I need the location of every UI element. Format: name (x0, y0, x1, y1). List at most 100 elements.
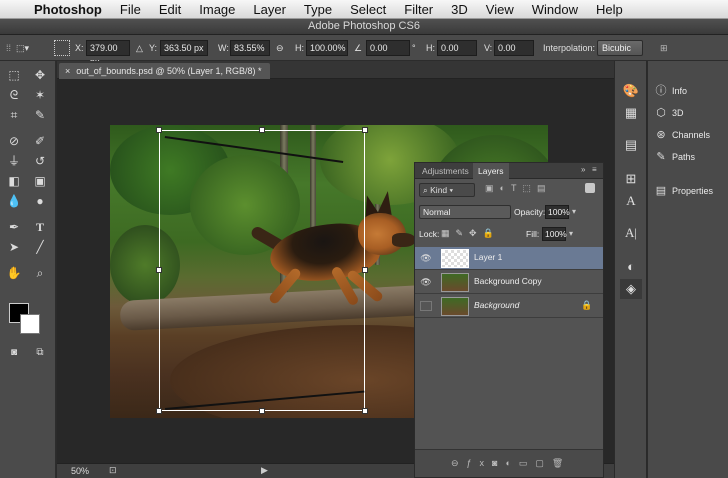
filter-kind-dropdown[interactable]: ⌕ Kind ▾ (419, 183, 475, 197)
panel-properties[interactable]: ▤ Properties (654, 181, 713, 201)
eye-icon[interactable]: 👁 (420, 277, 432, 287)
y-field[interactable]: 363.50 px (160, 40, 208, 56)
zoom-level[interactable]: 50% (71, 466, 89, 476)
pen-tool-icon[interactable]: ✒ (3, 217, 25, 237)
free-transform-box[interactable] (156, 127, 368, 414)
background-color-swatch[interactable] (20, 314, 40, 334)
move-tool-icon[interactable]: ✥ (29, 65, 51, 85)
filter-toggle[interactable] (585, 183, 595, 193)
menu-filter[interactable]: Filter (395, 2, 442, 17)
dodge-tool-icon[interactable]: ● (29, 191, 51, 211)
tool-preset-icon[interactable]: ⬚▾ (16, 40, 29, 56)
warp-icon[interactable]: ⊞ (660, 40, 668, 56)
path-selection-tool-icon[interactable]: ➤ (3, 237, 25, 257)
status-menu-arrow-icon[interactable]: ▶ (261, 465, 268, 476)
filter-type-icons[interactable]: ▣◐T⬚▤ (485, 183, 551, 194)
screen-mode-icon[interactable]: ⧉ (29, 343, 51, 363)
layer-row[interactable]: 👁 Background Copy (415, 271, 603, 294)
visibility-toggle[interactable] (420, 301, 432, 311)
clone-stamp-tool-icon[interactable]: ⏚ (3, 151, 25, 171)
panel-menu-icon[interactable]: ≡ (592, 165, 597, 174)
line-tool-icon[interactable]: ╱ (29, 237, 51, 257)
collapse-panel-icon[interactable]: » (581, 165, 585, 174)
menu-3d[interactable]: 3D (442, 2, 477, 17)
reference-point-icon[interactable] (54, 40, 70, 56)
interpolation-dropdown[interactable]: Bicubic (597, 40, 643, 56)
eye-icon[interactable]: 👁 (420, 253, 432, 263)
tab-layers[interactable]: Layers (473, 163, 509, 179)
grip-icon: ⁞⁞ (6, 43, 12, 53)
layer-name[interactable]: Background (474, 300, 519, 310)
transform-handle-top-right[interactable] (362, 127, 368, 133)
transform-handle-bottom-left[interactable] (156, 408, 162, 414)
menu-type[interactable]: Type (295, 2, 341, 17)
magic-wand-tool-icon[interactable]: ✶ (29, 85, 51, 105)
healing-brush-tool-icon[interactable]: ⊘ (3, 131, 25, 151)
quick-mask-icon[interactable]: ◙ (3, 343, 25, 363)
type-tool-icon[interactable]: T (29, 217, 51, 237)
menu-app-name[interactable]: Photoshop (28, 2, 111, 17)
color-panel-icon[interactable]: 🎨 (620, 81, 642, 101)
menu-window[interactable]: Window (523, 2, 587, 17)
opacity-field[interactable]: 100% (545, 205, 570, 219)
height-field[interactable]: 100.00% (306, 40, 348, 56)
transform-handle-bottom[interactable] (259, 408, 265, 414)
hand-tool-icon[interactable]: ✋ (3, 263, 25, 283)
hskew-field[interactable]: 0.00 (437, 40, 477, 56)
menu-edit[interactable]: Edit (150, 2, 190, 17)
character-panel-icon[interactable]: A (620, 191, 642, 211)
brush-panel-icon[interactable]: ⊞ (620, 169, 642, 189)
menu-layer[interactable]: Layer (244, 2, 295, 17)
link-icon[interactable]: ⊖ (276, 40, 284, 56)
menu-image[interactable]: Image (190, 2, 244, 17)
document-info-icon[interactable]: ⊡ (109, 465, 117, 476)
tab-adjustments[interactable]: Adjustments (417, 163, 474, 179)
eyedropper-tool-icon[interactable]: ✎ (29, 105, 51, 125)
panel-channels[interactable]: ⊛ Channels (654, 125, 710, 145)
layer-name[interactable]: Layer 1 (474, 252, 502, 262)
transform-handle-left[interactable] (156, 267, 162, 273)
opacity-slider-icon[interactable]: ▾ (572, 207, 576, 216)
fill-field[interactable]: 100% (542, 227, 567, 241)
adjustments-panel-icon[interactable]: ◐ (620, 257, 642, 277)
menu-view[interactable]: View (477, 2, 523, 17)
history-panel-icon[interactable]: ▤ (620, 135, 642, 155)
menu-select[interactable]: Select (341, 2, 395, 17)
lasso-tool-icon[interactable]: ᘓ (3, 85, 25, 105)
layer-name[interactable]: Background Copy (474, 276, 542, 286)
document-tab[interactable]: × out_of_bounds.psd @ 50% (Layer 1, RGB/8… (59, 63, 270, 79)
menu-help[interactable]: Help (587, 2, 632, 17)
panel-info[interactable]: ⓘ Info (654, 81, 688, 101)
gradient-tool-icon[interactable]: ▣ (29, 171, 51, 191)
menu-file[interactable]: File (111, 2, 150, 17)
swatches-panel-icon[interactable]: ▦ (620, 103, 642, 123)
transform-handle-bottom-right[interactable] (362, 408, 368, 414)
brush-tool-icon[interactable]: ✐ (29, 131, 51, 151)
layer-row[interactable]: Background 🔒 (415, 295, 603, 318)
transform-handle-top-left[interactable] (156, 127, 162, 133)
layer-actions-icons[interactable]: ⊖ƒx◙◐▭▢🗑 (451, 458, 571, 469)
transform-handle-right[interactable] (362, 267, 368, 273)
blend-mode-dropdown[interactable]: Normal (419, 205, 511, 219)
lock-options-icons[interactable]: ▦✎✥🔒 (441, 228, 500, 239)
blur-tool-icon[interactable]: 💧 (3, 191, 25, 211)
transform-handle-top[interactable] (259, 127, 265, 133)
layer-row[interactable]: 👁 Layer 1 (415, 247, 603, 270)
panel-3d[interactable]: ⬡ 3D (654, 103, 683, 123)
fill-slider-icon[interactable]: ▾ (569, 229, 573, 238)
history-brush-tool-icon[interactable]: ↺ (29, 151, 51, 171)
eraser-tool-icon[interactable]: ◧ (3, 171, 25, 191)
document-tab-title: out_of_bounds.psd @ 50% (Layer 1, RGB/8)… (76, 66, 262, 76)
angle-field[interactable]: 0.00 (366, 40, 410, 56)
layers-panel-icon[interactable]: ◈ (620, 279, 642, 299)
x-field[interactable]: 379.00 px (86, 40, 130, 67)
crop-tool-icon[interactable]: ⌗ (3, 105, 25, 125)
panel-paths[interactable]: ✎ Paths (654, 147, 695, 167)
vskew-field[interactable]: 0.00 (494, 40, 534, 56)
paragraph-panel-icon[interactable]: A| (620, 223, 642, 243)
delta-icon[interactable]: △ (136, 40, 143, 56)
close-icon[interactable]: × (65, 66, 70, 76)
zoom-tool-icon[interactable]: ⌕ (29, 263, 51, 283)
width-field[interactable]: 83.55% (230, 40, 270, 56)
marquee-tool-icon[interactable]: ⬚ (3, 65, 25, 85)
